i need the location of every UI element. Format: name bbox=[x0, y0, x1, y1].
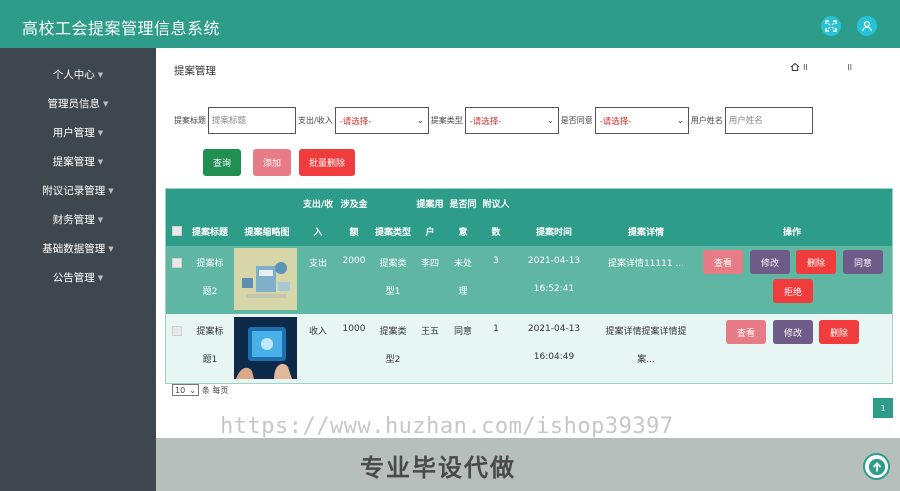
sidebar-item-profile[interactable]: 个人中心 ▼ bbox=[0, 60, 156, 89]
user-filter-label: 用户姓名 bbox=[690, 116, 723, 125]
io-filter-label: 支出/收入 bbox=[298, 116, 333, 125]
page-size-select[interactable]: 10 ⌄ bbox=[172, 384, 199, 396]
watermark-text: https://www.huzhan.com/ishop39397 bbox=[220, 414, 674, 439]
sidebar-item-admin[interactable]: 管理员信息 ▼ bbox=[0, 89, 156, 118]
delete-button[interactable]: 删除 bbox=[796, 250, 836, 274]
sidebar-item-seconding[interactable]: 附议记录管理 ▼ bbox=[0, 176, 156, 205]
title-filter-label: 提案标题 bbox=[174, 116, 206, 125]
breadcrumb-current: ll bbox=[847, 62, 852, 72]
sidebar-item-users[interactable]: 用户管理 ▼ bbox=[0, 118, 156, 147]
footer-band bbox=[156, 438, 900, 491]
table-row: 提案标 题2 支出 2000 提案类 型1 李四 未处 理 3 2021-04-… bbox=[166, 246, 892, 314]
home-icon bbox=[790, 62, 800, 71]
proposal-table: 提案标题 提案缩略图 支出/收 入 涉及金 额 提案类型 提案用 户 是否同 意… bbox=[165, 188, 893, 384]
app-title: 高校工会提案管理信息系统 bbox=[22, 19, 221, 38]
chevron-down-icon: ▼ bbox=[97, 273, 104, 282]
view-button[interactable]: 查看 bbox=[726, 320, 766, 344]
proposal-thumbnail bbox=[234, 317, 297, 379]
page-title: 提案管理 bbox=[174, 65, 216, 77]
agree-button[interactable]: 同意 bbox=[843, 250, 883, 274]
arrow-up-circle-icon bbox=[868, 458, 885, 475]
select-all-checkbox[interactable] bbox=[172, 226, 182, 236]
chevron-down-icon: ▼ bbox=[108, 244, 114, 253]
agree-filter-label: 是否同意 bbox=[560, 116, 593, 125]
edit-button[interactable]: 修改 bbox=[773, 320, 813, 344]
pagination: 10 ⌄ 条 每页 bbox=[172, 384, 228, 396]
view-button[interactable]: 查看 bbox=[703, 250, 743, 274]
reject-button[interactable]: 拒绝 bbox=[773, 279, 813, 303]
main-content: 提案管理 ll ll 提案标题 支出/收入 -请选择-⌄ 提案类型 -请选择-⌄… bbox=[156, 48, 900, 491]
type-filter-label: 提案类型 bbox=[430, 116, 463, 125]
sidebar-item-proposals[interactable]: 提案管理 ▼ bbox=[0, 147, 156, 176]
proposal-thumbnail bbox=[234, 248, 297, 310]
slogan-text: 专业毕设代做 bbox=[360, 454, 516, 482]
per-page-label: 条 每页 bbox=[201, 385, 229, 395]
title-filter-input[interactable] bbox=[208, 107, 296, 134]
edit-button[interactable]: 修改 bbox=[750, 250, 790, 274]
type-filter-select[interactable]: -请选择- ⌄ bbox=[464, 107, 559, 134]
agree-filter-select[interactable]: -请选择- ⌄ bbox=[594, 107, 689, 134]
expand-icon bbox=[825, 20, 837, 32]
delete-button[interactable]: 删除 bbox=[819, 320, 859, 344]
chevron-down-icon: ▼ bbox=[97, 128, 104, 137]
chevron-down-icon: ▼ bbox=[108, 186, 114, 195]
chevron-down-icon: ▼ bbox=[97, 157, 104, 166]
chevron-down-icon: ▼ bbox=[103, 99, 109, 108]
page-number-button[interactable]: 1 bbox=[873, 398, 893, 418]
chevron-down-icon: ⌄ bbox=[547, 116, 554, 125]
sidebar-item-notices[interactable]: 公告管理 ▼ bbox=[0, 263, 156, 292]
breadcrumb-home[interactable]: ll bbox=[790, 62, 808, 72]
sidebar-item-basedata[interactable]: 基础数据管理 ▼ bbox=[0, 234, 156, 263]
chevron-down-icon: ▼ bbox=[97, 70, 104, 79]
top-header: 高校工会提案管理信息系统 bbox=[0, 0, 900, 48]
chevron-down-icon: ▼ bbox=[97, 215, 104, 224]
user-filter-input[interactable] bbox=[724, 107, 813, 134]
user-button[interactable] bbox=[857, 16, 877, 36]
sidebar-item-finance[interactable]: 财务管理 ▼ bbox=[0, 205, 156, 234]
batch-delete-button[interactable]: 批量删除 bbox=[299, 149, 355, 176]
breadcrumb: ll ll bbox=[790, 62, 852, 72]
table-header: 提案标题 提案缩略图 支出/收 入 涉及金 额 提案类型 提案用 户 是否同 意… bbox=[166, 189, 892, 246]
add-button[interactable]: 添加 bbox=[253, 149, 291, 176]
io-filter-select[interactable]: -请选择- ⌄ bbox=[334, 107, 429, 134]
chevron-down-icon: ⌄ bbox=[189, 385, 196, 395]
chevron-down-icon: ⌄ bbox=[417, 116, 424, 125]
back-to-top-button[interactable] bbox=[863, 453, 890, 480]
row-checkbox[interactable] bbox=[172, 258, 182, 268]
chevron-down-icon: ⌄ bbox=[677, 116, 684, 125]
table-row: 提案标 题1 收入 1000 提案类 型2 王五 同意 1 2021-04-13… bbox=[166, 314, 892, 383]
filter-bar: 提案标题 支出/收入 -请选择-⌄ 提案类型 -请选择-⌄ 是否同意 -请选择-… bbox=[174, 107, 813, 134]
fullscreen-button[interactable] bbox=[821, 16, 841, 36]
sidebar: 个人中心 ▼ 管理员信息 ▼ 用户管理 ▼ 提案管理 ▼ 附议记录管理 ▼ 财务管理 ▼ 基… bbox=[0, 48, 156, 491]
user-icon bbox=[862, 20, 872, 32]
search-button[interactable]: 查询 bbox=[203, 149, 241, 176]
row-checkbox[interactable] bbox=[172, 326, 182, 336]
